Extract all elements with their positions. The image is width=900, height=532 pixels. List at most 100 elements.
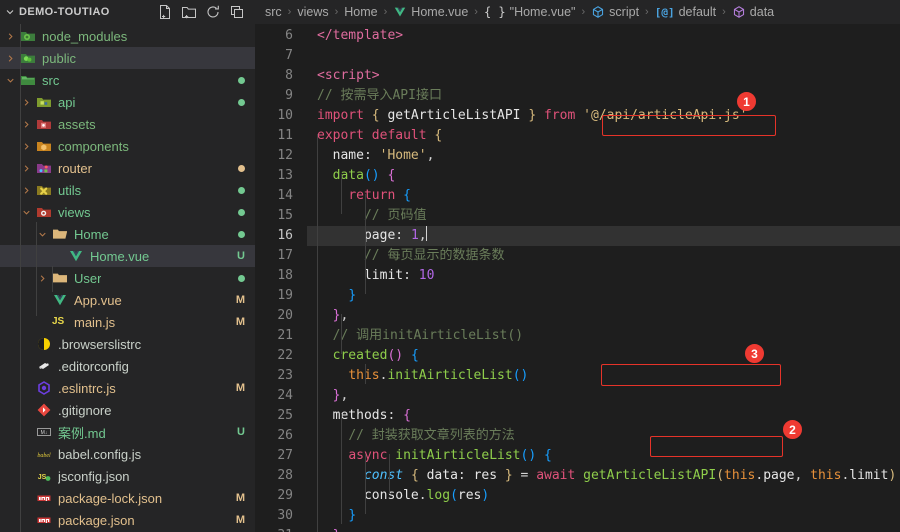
editor-pane: src › views › Home › Home.vue › { } "Home.vue" › sc…	[255, 0, 900, 532]
code-line-25[interactable]: methods: {	[307, 406, 900, 426]
code-line-22[interactable]: created() {	[307, 346, 900, 366]
breadcrumb-item-views[interactable]: views	[297, 5, 328, 19]
tree-folder-assets[interactable]: assets	[0, 113, 255, 135]
breadcrumb-item-default[interactable]: [@] default	[655, 5, 716, 19]
code-line-30[interactable]: }	[307, 506, 900, 526]
tree-file-package-lock.json[interactable]: package-lock.json M	[0, 487, 255, 509]
tree-file-.gitignore[interactable]: .gitignore	[0, 399, 255, 421]
breadcrumb-item-home.vue[interactable]: { } "Home.vue"	[484, 5, 576, 19]
chevron-right-icon[interactable]	[20, 91, 32, 113]
line-number: 15	[277, 208, 293, 223]
code-line-18[interactable]: limit: 10	[307, 266, 900, 286]
chevron-right-icon[interactable]	[20, 179, 32, 201]
file-tree[interactable]: node_modules public src api assets components…	[0, 24, 255, 532]
chevron-right-icon[interactable]	[4, 25, 16, 47]
breadcrumb-item-home.vue[interactable]: Home.vue	[393, 5, 468, 19]
new-file-icon[interactable]	[157, 4, 173, 20]
tree-file-.md[interactable]: M↓ 案例.md U	[0, 421, 255, 443]
code-line-29[interactable]: console.log(res)	[307, 486, 900, 506]
tree-folder-home[interactable]: Home	[0, 223, 255, 245]
git-status-dot	[232, 98, 245, 106]
breadcrumb-separator: ›	[287, 6, 292, 18]
git-status-badge: M	[235, 492, 245, 504]
tree-item-label: main.js	[74, 314, 116, 330]
tree-item-label: components	[58, 138, 129, 154]
indent-guide	[341, 314, 342, 354]
tree-item-label: assets	[58, 116, 96, 132]
breadcrumb-item-script[interactable]: script	[591, 5, 639, 19]
tree-folder-views[interactable]: views	[0, 201, 255, 223]
chevron-down-icon[interactable]	[20, 201, 32, 223]
breadcrumb-item-src[interactable]: src	[265, 5, 282, 19]
tree-file-.browserslistrc[interactable]: .browserslistrc	[0, 333, 255, 355]
chevron-down-icon[interactable]	[36, 223, 48, 245]
code-editor[interactable]: 6 7 8 9 10 11 12 13 14 15 16 17 18 19 20 21 22 23 24 25 26 27…	[255, 24, 900, 532]
tree-folder-api[interactable]: api	[0, 91, 255, 113]
breadcrumb-item-home[interactable]: Home	[344, 5, 377, 19]
indent-guide	[317, 134, 318, 532]
tree-file-babel.config.js[interactable]: babel babel.config.js	[0, 443, 255, 465]
chevron-right-icon[interactable]	[20, 157, 32, 179]
code-line-6[interactable]: </template>	[307, 26, 900, 46]
code-line-10[interactable]: import { getArticleListAPI } from '@/api…	[307, 106, 900, 126]
tree-item-label: package-lock.json	[58, 490, 163, 506]
chevron-right-icon[interactable]	[20, 113, 32, 135]
code-line-9[interactable]: // 按需导入API接口	[307, 86, 900, 106]
chevron-right-icon[interactable]	[20, 135, 32, 157]
breadcrumb-item-data[interactable]: data	[732, 5, 774, 19]
code-lines[interactable]: </template> <script>// 按需导入API接口 import { …	[307, 24, 900, 532]
collapse-folders-icon[interactable]	[229, 4, 245, 20]
code-line-11[interactable]: export default {	[307, 126, 900, 146]
tree-file-home.vue[interactable]: Home.vue U	[0, 245, 255, 267]
chevron-right-icon[interactable]	[36, 267, 48, 289]
code-line-16[interactable]: page: 1,	[307, 226, 900, 246]
chevron-right-icon[interactable]	[4, 47, 16, 69]
babel-icon: babel	[36, 446, 52, 462]
breadcrumb-label: "Home.vue"	[509, 5, 576, 19]
code-line-26[interactable]: // 封装获取文章列表的方法	[307, 426, 900, 446]
code-line-7[interactable]	[307, 46, 900, 66]
tree-folder-public[interactable]: public	[0, 47, 255, 69]
tree-folder-node_modules[interactable]: node_modules	[0, 25, 255, 47]
code-line-24[interactable]: },	[307, 386, 900, 406]
tree-file-app.vue[interactable]: App.vue M	[0, 289, 255, 311]
code-line-21[interactable]: // 调用initAirticleList()	[307, 326, 900, 346]
code-line-12[interactable]: name: 'Home',	[307, 146, 900, 166]
code-line-27[interactable]: async initAirticleList() {	[307, 446, 900, 466]
code-line-15[interactable]: // 页码值	[307, 206, 900, 226]
code-line-31[interactable]: }	[307, 526, 900, 532]
line-number: 9	[285, 88, 293, 103]
tree-folder-components[interactable]: components	[0, 135, 255, 157]
tree-folder-utils[interactable]: utils	[0, 179, 255, 201]
tree-folder-src[interactable]: src	[0, 69, 255, 91]
folder-closed-icon	[52, 270, 68, 286]
line-number: 21	[277, 328, 293, 343]
tree-folder-user[interactable]: User	[0, 267, 255, 289]
breadcrumb[interactable]: src › views › Home › Home.vue › { } "Home.vue" › sc…	[255, 0, 900, 24]
module-cube-purple-icon	[732, 5, 746, 19]
code-line-14[interactable]: return {	[307, 186, 900, 206]
tree-file-main.js[interactable]: JS main.js M	[0, 311, 255, 333]
code-line-28[interactable]: const { data: res } = await getArticleLi…	[307, 466, 900, 486]
new-folder-icon[interactable]	[181, 4, 197, 20]
tree-item-label: src	[42, 72, 60, 88]
tree-folder-router[interactable]: router	[0, 157, 255, 179]
code-line-20[interactable]: },	[307, 306, 900, 326]
code-line-8[interactable]: <script>	[307, 66, 900, 86]
chevron-down-icon[interactable]	[4, 6, 16, 18]
tree-file-package.json[interactable]: package.json M	[0, 509, 255, 531]
code-line-19[interactable]: }	[307, 286, 900, 306]
code-line-13[interactable]: data() {	[307, 166, 900, 186]
indent-guide	[365, 364, 366, 384]
breadcrumb-label: data	[749, 5, 775, 19]
code-line-17[interactable]: // 每页显示的数据条数	[307, 246, 900, 266]
tree-file-jsconfig.json[interactable]: JS jsconfig.json	[0, 465, 255, 487]
code-line-23[interactable]: this.initAirticleList()	[307, 366, 900, 386]
tree-file-.eslintrc.js[interactable]: .eslintrc.js M	[0, 377, 255, 399]
refresh-explorer-icon[interactable]	[205, 4, 221, 20]
tree-file-.editorconfig[interactable]: .editorconfig	[0, 355, 255, 377]
chevron-down-icon[interactable]	[4, 69, 16, 91]
line-number: 6	[285, 28, 293, 43]
